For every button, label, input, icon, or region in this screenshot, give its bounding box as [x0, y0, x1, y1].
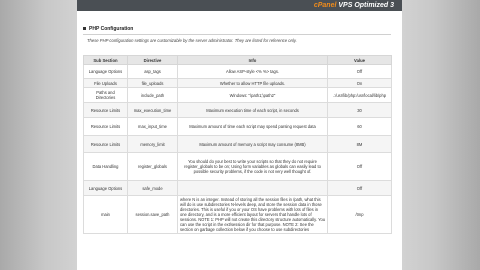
- cell-info: Maximum amount of memory a script may co…: [177, 135, 328, 153]
- cell-info: Windows: "\path1;\path2": [177, 87, 328, 103]
- cell-directive: max_execution_time: [127, 102, 178, 118]
- cell-info: where N is an integer. Instead of storin…: [177, 195, 328, 234]
- cell-value: Off: [327, 152, 392, 181]
- cell-subsection: Language Options: [83, 64, 128, 79]
- cell-subsection: Data Handling: [83, 152, 128, 181]
- right-background-rail: [402, 0, 480, 270]
- cell-directive: memory_limit: [127, 135, 178, 153]
- square-bullet-icon: [83, 27, 86, 31]
- cell-info: Maximum execution time of each script, i…: [177, 102, 328, 118]
- cell-subsection: main: [83, 195, 128, 234]
- section-title: PHP Configuration: [89, 26, 134, 32]
- cell-value: On: [327, 78, 392, 88]
- cell-directive: asp_tags: [127, 64, 178, 79]
- cell-directive: safe_mode: [127, 180, 178, 196]
- cell-subsection: Paths and Directories: [83, 87, 128, 103]
- cell-info: Allow ASP-style <% %> tags.: [177, 64, 328, 79]
- cell-info: Whether to allow HTTP file uploads.: [177, 78, 328, 88]
- logo-cpanel-text: cPanel: [313, 2, 337, 9]
- table-row: Resource Limits max_execution_time Maxim…: [83, 102, 392, 118]
- cell-value: 60: [327, 117, 392, 136]
- logo-product-text: VPS Optimized 3: [336, 2, 394, 9]
- cell-directive: file_uploads: [127, 78, 178, 88]
- cell-subsection: Resource Limits: [83, 117, 128, 136]
- cpanel-logo[interactable]: cPanel VPS Optimized 3: [314, 0, 394, 11]
- table-row: Resource Limits max_input_time Maximum a…: [83, 117, 392, 136]
- intro-text: These PHP configuration settings are cus…: [87, 38, 297, 43]
- table-row: main session.save_path where N is an int…: [83, 195, 392, 234]
- cell-directive: include_path: [127, 87, 178, 103]
- cell-info: You should do your best to write your sc…: [177, 152, 328, 181]
- left-background-rail: [0, 0, 77, 270]
- cell-subsection: File Uploads: [83, 78, 128, 88]
- php-config-table: Sub Section Directive Info Value Languag…: [83, 55, 392, 234]
- cell-value: 30: [327, 102, 392, 118]
- table-row: File Uploads file_uploads Whether to all…: [83, 78, 392, 88]
- content-panel: cPanel VPS Optimized 3 PHP Configuration…: [77, 0, 402, 270]
- cell-value: Off: [327, 180, 392, 196]
- column-header-value: Value: [327, 55, 392, 65]
- column-header-directive: Directive: [127, 55, 178, 65]
- cell-value: Off: [327, 64, 392, 79]
- table-row: Data Handling register_globals You shoul…: [83, 152, 392, 181]
- table-row: Paths and Directories include_path Windo…: [83, 87, 392, 103]
- table-row: Language Options asp_tags Allow ASP-styl…: [83, 64, 392, 79]
- cell-subsection: Resource Limits: [83, 135, 128, 153]
- cell-subsection: Resource Limits: [83, 102, 128, 118]
- table-row: Resource Limits memory_limit Maximum amo…: [83, 135, 392, 153]
- column-header-info: Info: [177, 55, 328, 65]
- cell-value: .:/usr/lib/php:/usr/local/lib/php: [327, 87, 392, 103]
- top-header-bar: cPanel VPS Optimized 3: [77, 0, 402, 11]
- column-header-subsection: Sub Section: [83, 55, 128, 65]
- cell-subsection: Language Options: [83, 180, 128, 196]
- section-heading: PHP Configuration: [83, 26, 133, 32]
- cell-value: /tmp: [327, 195, 392, 234]
- cell-value: 8M: [327, 135, 392, 153]
- cell-info: Maximum amount of time each script may s…: [177, 117, 328, 136]
- table-row: Language Options safe_mode Off: [83, 180, 392, 196]
- cell-directive: register_globals: [127, 152, 178, 181]
- cell-directive: session.save_path: [127, 195, 178, 234]
- divider: [83, 34, 391, 35]
- cell-info: [177, 180, 328, 196]
- cell-directive: max_input_time: [127, 117, 178, 136]
- table-header-row: Sub Section Directive Info Value: [83, 55, 392, 65]
